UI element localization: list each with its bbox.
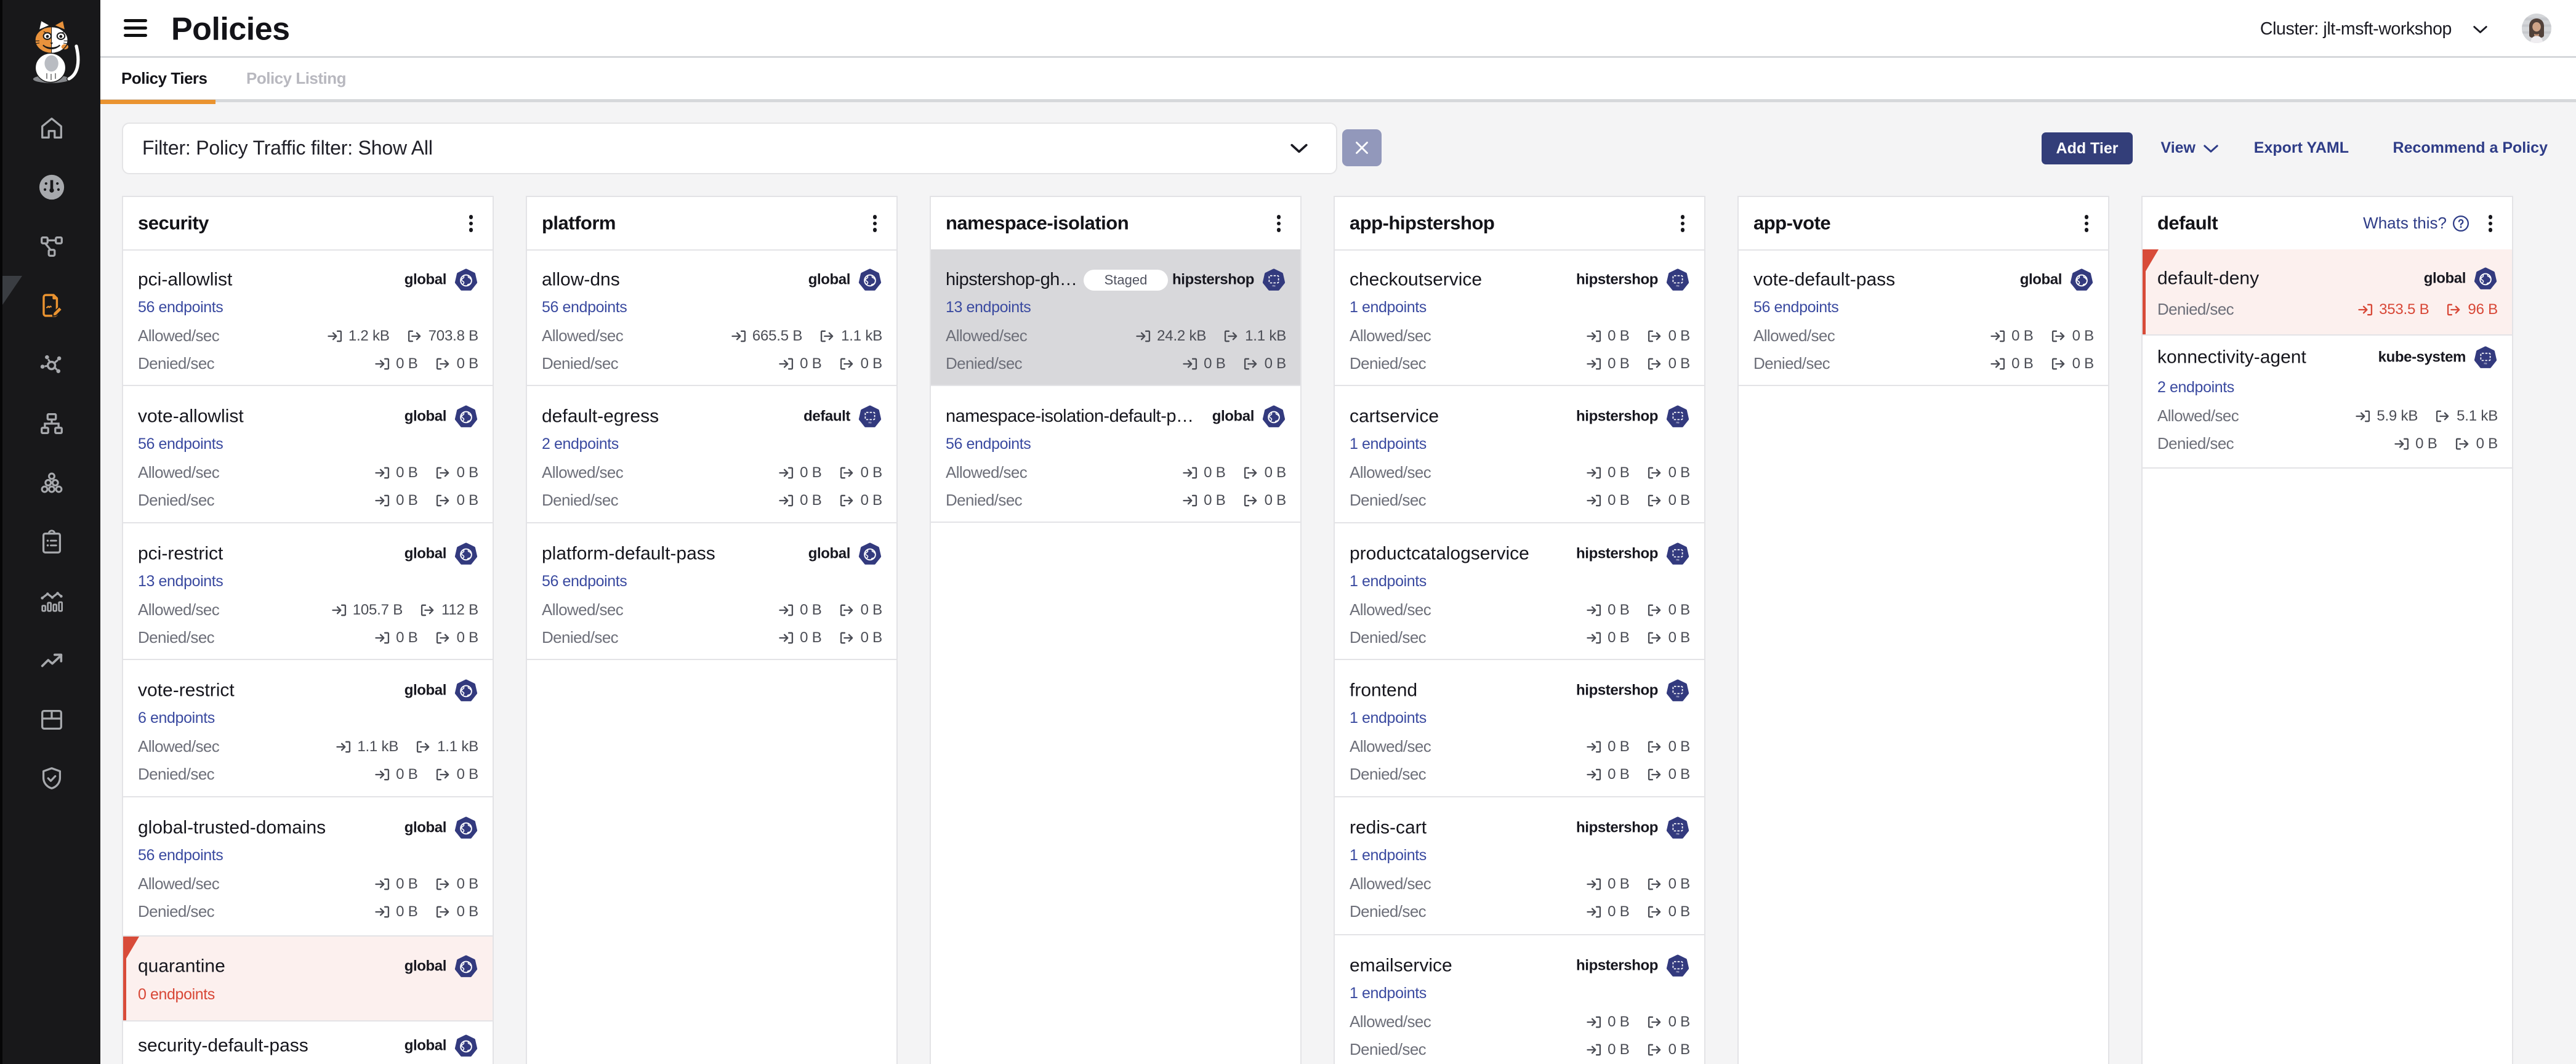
svg-text:ns: ns: [1676, 970, 1680, 973]
svg-text:ns: ns: [1676, 695, 1680, 698]
svg-text:ns: ns: [2484, 362, 2487, 365]
svg-text:ns: ns: [868, 421, 872, 424]
svg-text:ns: ns: [1676, 558, 1680, 562]
svg-text:ns: ns: [1676, 421, 1680, 424]
svg-text:ns: ns: [1676, 832, 1680, 836]
svg-text:ns: ns: [1676, 284, 1680, 288]
svg-text:ns: ns: [1272, 284, 1276, 288]
